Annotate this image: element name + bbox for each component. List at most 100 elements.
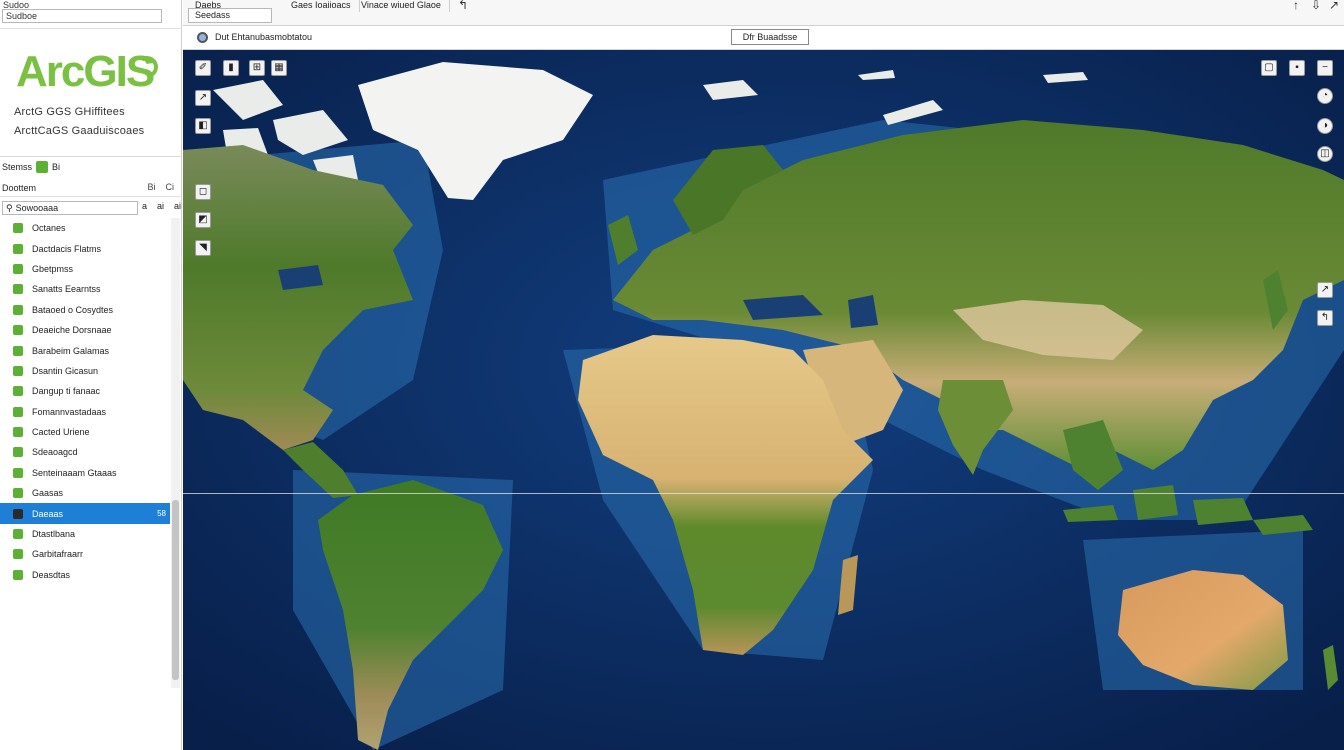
- layer-visibility-checkbox[interactable]: [13, 447, 23, 458]
- map-tool-right-b-3-icon[interactable]: ◫: [1317, 146, 1333, 162]
- scrollbar-thumb[interactable]: [172, 500, 179, 680]
- app-subtitle-2: ArcttCaGS Gaaduiscoaes: [14, 125, 145, 137]
- expand-icon[interactable]: ↗: [1329, 0, 1339, 12]
- layer-list-item[interactable]: Gaasas: [0, 483, 170, 503]
- map-tool-left-b-1-icon[interactable]: ↗: [195, 90, 211, 106]
- layer-name: Octanes: [32, 223, 66, 234]
- map-view[interactable]: ✐ ▮ ⊞ ▦ ↗ ◧ ◻ ◩ ◥ ▢ ▪ − ◔ ◑ ◫ ↗ ↰: [183, 50, 1344, 750]
- map-tool-left-4-icon[interactable]: ▦: [271, 60, 287, 76]
- download-icon[interactable]: ⇩: [1311, 0, 1321, 12]
- layer-list-item[interactable]: Fomannvastadaas: [0, 402, 170, 422]
- layers-header: Stemss Bi: [2, 161, 60, 173]
- layer-name: Dsantin Gicasun: [32, 365, 99, 376]
- layer-list-item[interactable]: Octanes: [0, 218, 170, 238]
- layer-panel: Sudoo Sudboe ArcGIS ArctG GGS GHiffitees…: [0, 0, 182, 750]
- search-icon: ⚲: [6, 203, 13, 213]
- map-tool-right-b-1-icon[interactable]: ◔: [1317, 88, 1333, 104]
- layer-list-item[interactable]: Sdeaoagcd: [0, 442, 170, 462]
- layer-list-item[interactable]: Gbetpmss: [0, 259, 170, 279]
- map-tool-right-b-2-icon[interactable]: ◑: [1317, 118, 1333, 134]
- layer-visibility-checkbox[interactable]: [13, 325, 23, 336]
- filter-control-3[interactable]: ai: [174, 201, 181, 211]
- layer-visibility-checkbox[interactable]: [13, 223, 23, 234]
- layer-visibility-checkbox[interactable]: [13, 569, 23, 580]
- layer-visibility-checkbox[interactable]: [13, 243, 23, 254]
- divider: [0, 28, 182, 29]
- contents-label: Doottem: [2, 182, 37, 193]
- layer-name: Bataoed o Cosydtes: [32, 304, 114, 315]
- filter-input[interactable]: ⚲ Sowooaaa: [2, 201, 138, 215]
- layer-visibility-checkbox[interactable]: [13, 488, 23, 499]
- basemap-button[interactable]: Dfr Buaadsse: [731, 29, 809, 45]
- world-map: [183, 50, 1344, 750]
- layer-name: Gaasas: [32, 488, 64, 499]
- layer-visibility-checkbox[interactable]: [13, 365, 23, 376]
- layer-list-item[interactable]: Daeaas 58: [0, 503, 170, 524]
- layer-visibility-checkbox[interactable]: [13, 549, 23, 560]
- toolbar-tab-2[interactable]: Vinace wiued Glaoe: [353, 0, 450, 12]
- layer-toggle-icon[interactable]: [36, 161, 49, 173]
- map-tool-left-b-3-icon[interactable]: ◻: [195, 184, 211, 200]
- layer-list-item[interactable]: Deaeiche Dorsnaae: [0, 320, 170, 340]
- layer-visibility-checkbox[interactable]: [13, 529, 23, 540]
- map-tool-right-2-icon[interactable]: ▪: [1289, 60, 1305, 76]
- search-input[interactable]: Sudboe: [2, 9, 162, 23]
- layer-list-item[interactable]: Dsantin Gicasun: [0, 361, 170, 381]
- map-tool-right-3-icon[interactable]: −: [1317, 60, 1333, 76]
- map-title: Dut Ehtanubasmobtatou: [215, 32, 313, 42]
- layer-name: Gbetpmss: [32, 263, 74, 274]
- map-tool-right-1-icon[interactable]: ▢: [1261, 60, 1277, 76]
- filter-controls: a ai ai: [142, 201, 181, 211]
- layer-visibility-checkbox[interactable]: [13, 284, 23, 295]
- layer-name: Barabeim Galamas: [32, 345, 110, 356]
- layer-list-item[interactable]: Sanatts Eearntss: [0, 279, 170, 299]
- filter-control-1[interactable]: a: [142, 201, 147, 211]
- map-tool-right-c-2-icon[interactable]: ↰: [1317, 310, 1333, 326]
- layer-visibility-checkbox[interactable]: [13, 345, 23, 356]
- layer-name: Dangup ti fanaac: [32, 386, 101, 397]
- map-tool-left-b-5-icon[interactable]: ◥: [195, 240, 211, 256]
- layer-name: Deaeiche Dorsnaae: [32, 325, 112, 336]
- map-tool-left-b-4-icon[interactable]: ◩: [195, 212, 211, 228]
- map-tool-left-1-icon[interactable]: ✐: [195, 60, 211, 76]
- layer-list-item[interactable]: Barabeim Galamas: [0, 340, 170, 360]
- up-arrow-icon[interactable]: ↑: [1293, 0, 1299, 12]
- layer-name: Garbitafraarr: [32, 549, 84, 560]
- layer-visibility-checkbox[interactable]: [13, 508, 23, 519]
- layer-list-item[interactable]: Dactdacis Flatms: [0, 238, 170, 258]
- layer-list-item[interactable]: Deasdtas: [0, 565, 170, 585]
- map-tool-left-b-2-icon[interactable]: ◧: [195, 118, 211, 134]
- layer-list-item[interactable]: Senteinaaam Gtaaas: [0, 463, 170, 483]
- layer-visibility-checkbox[interactable]: [13, 406, 23, 417]
- top-toolbar: Daebs Seedass Gaes Ioaiioacs Vinace wiue…: [183, 0, 1344, 26]
- layer-name: Dtastlbana: [32, 529, 76, 540]
- map-tool-left-3-icon[interactable]: ⊞: [249, 60, 265, 76]
- layer-list-item[interactable]: Dtastlbana: [0, 524, 170, 544]
- layers-header-label: Stemss: [2, 162, 33, 172]
- layer-visibility-checkbox[interactable]: [13, 427, 23, 438]
- layer-list-item[interactable]: Bataoed o Cosydtes: [0, 300, 170, 320]
- contents-row: Doottem Bi Ci: [0, 179, 182, 197]
- layer-visibility-checkbox[interactable]: [13, 304, 23, 315]
- layer-name: Senteinaaam Gtaaas: [32, 467, 117, 478]
- layer-visibility-checkbox[interactable]: [13, 263, 23, 274]
- globe-icon: [197, 32, 208, 43]
- toolbar-tab-1[interactable]: Gaes Ioaiioacs: [283, 0, 360, 12]
- map-tool-right-c-1-icon[interactable]: ↗: [1317, 282, 1333, 298]
- layer-visibility-checkbox[interactable]: [13, 467, 23, 478]
- map-tool-left-2-icon[interactable]: ▮: [223, 60, 239, 76]
- layer-visibility-checkbox[interactable]: [13, 386, 23, 397]
- layer-list-item[interactable]: Cacted Uriene: [0, 422, 170, 442]
- layer-name: Sanatts Eearntss: [32, 284, 101, 295]
- toolbar-input[interactable]: Seedass: [188, 8, 272, 23]
- filter-control-2[interactable]: ai: [157, 201, 164, 211]
- contents-control-1[interactable]: Bi: [147, 182, 155, 192]
- map-header-bar: Dut Ehtanubasmobtatou Dfr Buaadsse: [183, 26, 1344, 50]
- back-icon[interactable]: ↰: [458, 0, 468, 12]
- layer-list-item[interactable]: Garbitafraarr: [0, 544, 170, 564]
- contents-control-2[interactable]: Ci: [166, 182, 175, 192]
- layer-list-item[interactable]: Dangup ti fanaac: [0, 381, 170, 401]
- layers-header-suffix: Bi: [52, 162, 61, 172]
- layer-name: Deasdtas: [32, 569, 71, 580]
- layer-name: Daeaas: [32, 508, 64, 519]
